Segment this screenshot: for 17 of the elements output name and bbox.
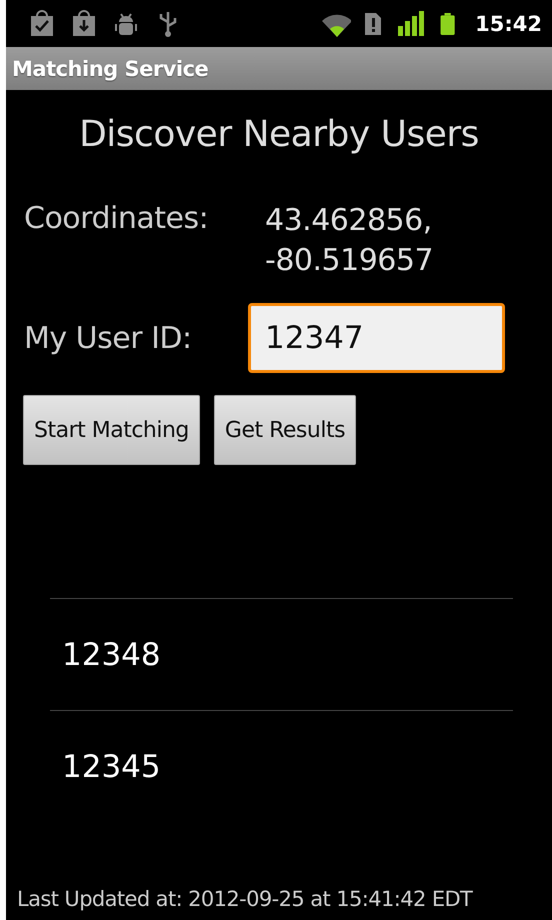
sim-alert-icon xyxy=(365,12,382,34)
last-updated-text: Last Updated at: 2012-09-25 at 15:41:42 EDT xyxy=(16,887,474,911)
clock-time: 15:42 xyxy=(475,12,542,36)
coordinates-label: Coordinates: xyxy=(24,201,210,236)
app-title: Matching Service xyxy=(12,56,208,80)
get-results-button[interactable]: Get Results xyxy=(214,395,356,465)
result-item[interactable]: 12345 xyxy=(50,711,513,822)
coordinate-value: 43.462856, xyxy=(265,202,433,240)
screen-heading: Discover Nearby Users xyxy=(78,114,480,155)
signal-icon xyxy=(395,10,426,38)
start-matching-button[interactable]: Start Matching xyxy=(23,395,200,465)
user-id-field[interactable]: 12347 xyxy=(248,303,505,373)
user-id-label: My User ID: xyxy=(24,320,193,356)
coordinate-value: -80.519657 xyxy=(265,242,434,280)
result-item[interactable]: 12348 xyxy=(50,599,513,711)
download-bag-icon xyxy=(70,10,98,38)
checkmark-bag-icon xyxy=(28,10,56,38)
